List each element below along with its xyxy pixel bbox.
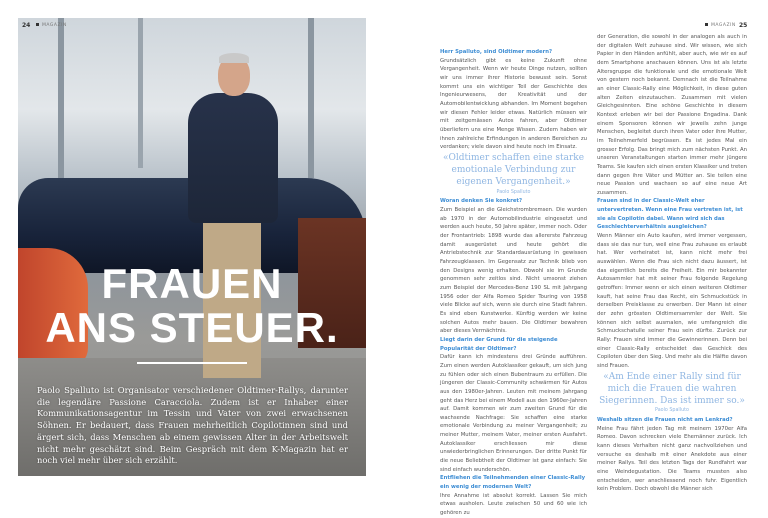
- intro-text: Paolo Spalluto ist Organisator verschied…: [37, 385, 348, 466]
- window-frame: [308, 18, 314, 178]
- window-frame: [58, 18, 64, 178]
- quote-attribution: Paolo Spalluto: [496, 189, 531, 195]
- question: Woran denken Sie konkret?: [440, 198, 523, 205]
- man-hair: [219, 53, 249, 63]
- question: Entfliehen die Teilnehmenden einer Class…: [440, 475, 586, 491]
- column-1: Herr Spalluto, sind Oldtimer modern? Gru…: [440, 48, 587, 518]
- answer: der Generation, die sowohl in der analog…: [597, 34, 747, 196]
- headline-divider: [137, 362, 247, 364]
- pull-quote: «Oldtimer schaffen eine starke emotional…: [442, 152, 585, 188]
- quote-attribution: Paolo Spalluto: [655, 408, 689, 414]
- answer: Zum Beispiel an die Gleichstrombremsen. …: [440, 207, 587, 335]
- pull-quote: «Am Ende einer Rally sind für mich die F…: [599, 371, 745, 407]
- question: Herr Spalluto, sind Oldtimer modern?: [440, 49, 553, 55]
- window-frame: [138, 18, 143, 168]
- headline: FRAUEN ANS STEUER.: [18, 262, 366, 350]
- column-2: der Generation, die sowohl in der analog…: [597, 33, 747, 494]
- question: Weshalb sitzen die Frauen nicht am Lenkr…: [597, 417, 733, 424]
- page-number-left: 24: [22, 22, 31, 29]
- headline-line-1: FRAUEN: [101, 260, 283, 307]
- question: Liegt darin der Grund für die steigende …: [440, 336, 558, 352]
- section-label-right: MAGAZIN: [705, 23, 736, 28]
- answer: Ihre Annahme ist absolut korrekt. Lassen…: [440, 492, 587, 517]
- section-label-left: MAGAZIN: [36, 23, 67, 28]
- answer: Wenn Männer ein Auto kaufen, wird immer …: [597, 233, 747, 369]
- page-number-right: 25: [739, 22, 748, 29]
- man-torso: [188, 93, 278, 223]
- answer: Grundsätzlich gibt es keine Zukunft ohne…: [440, 57, 587, 151]
- headline-line-2: ANS STEUER.: [45, 304, 339, 351]
- answer: Dafür kann ich mindestens drei Gründe au…: [440, 354, 587, 473]
- question: Frauen sind in der Classic-Welt eher unt…: [597, 198, 743, 231]
- answer: Meine Frau fährt jeden Tag mit meinem 19…: [597, 425, 747, 493]
